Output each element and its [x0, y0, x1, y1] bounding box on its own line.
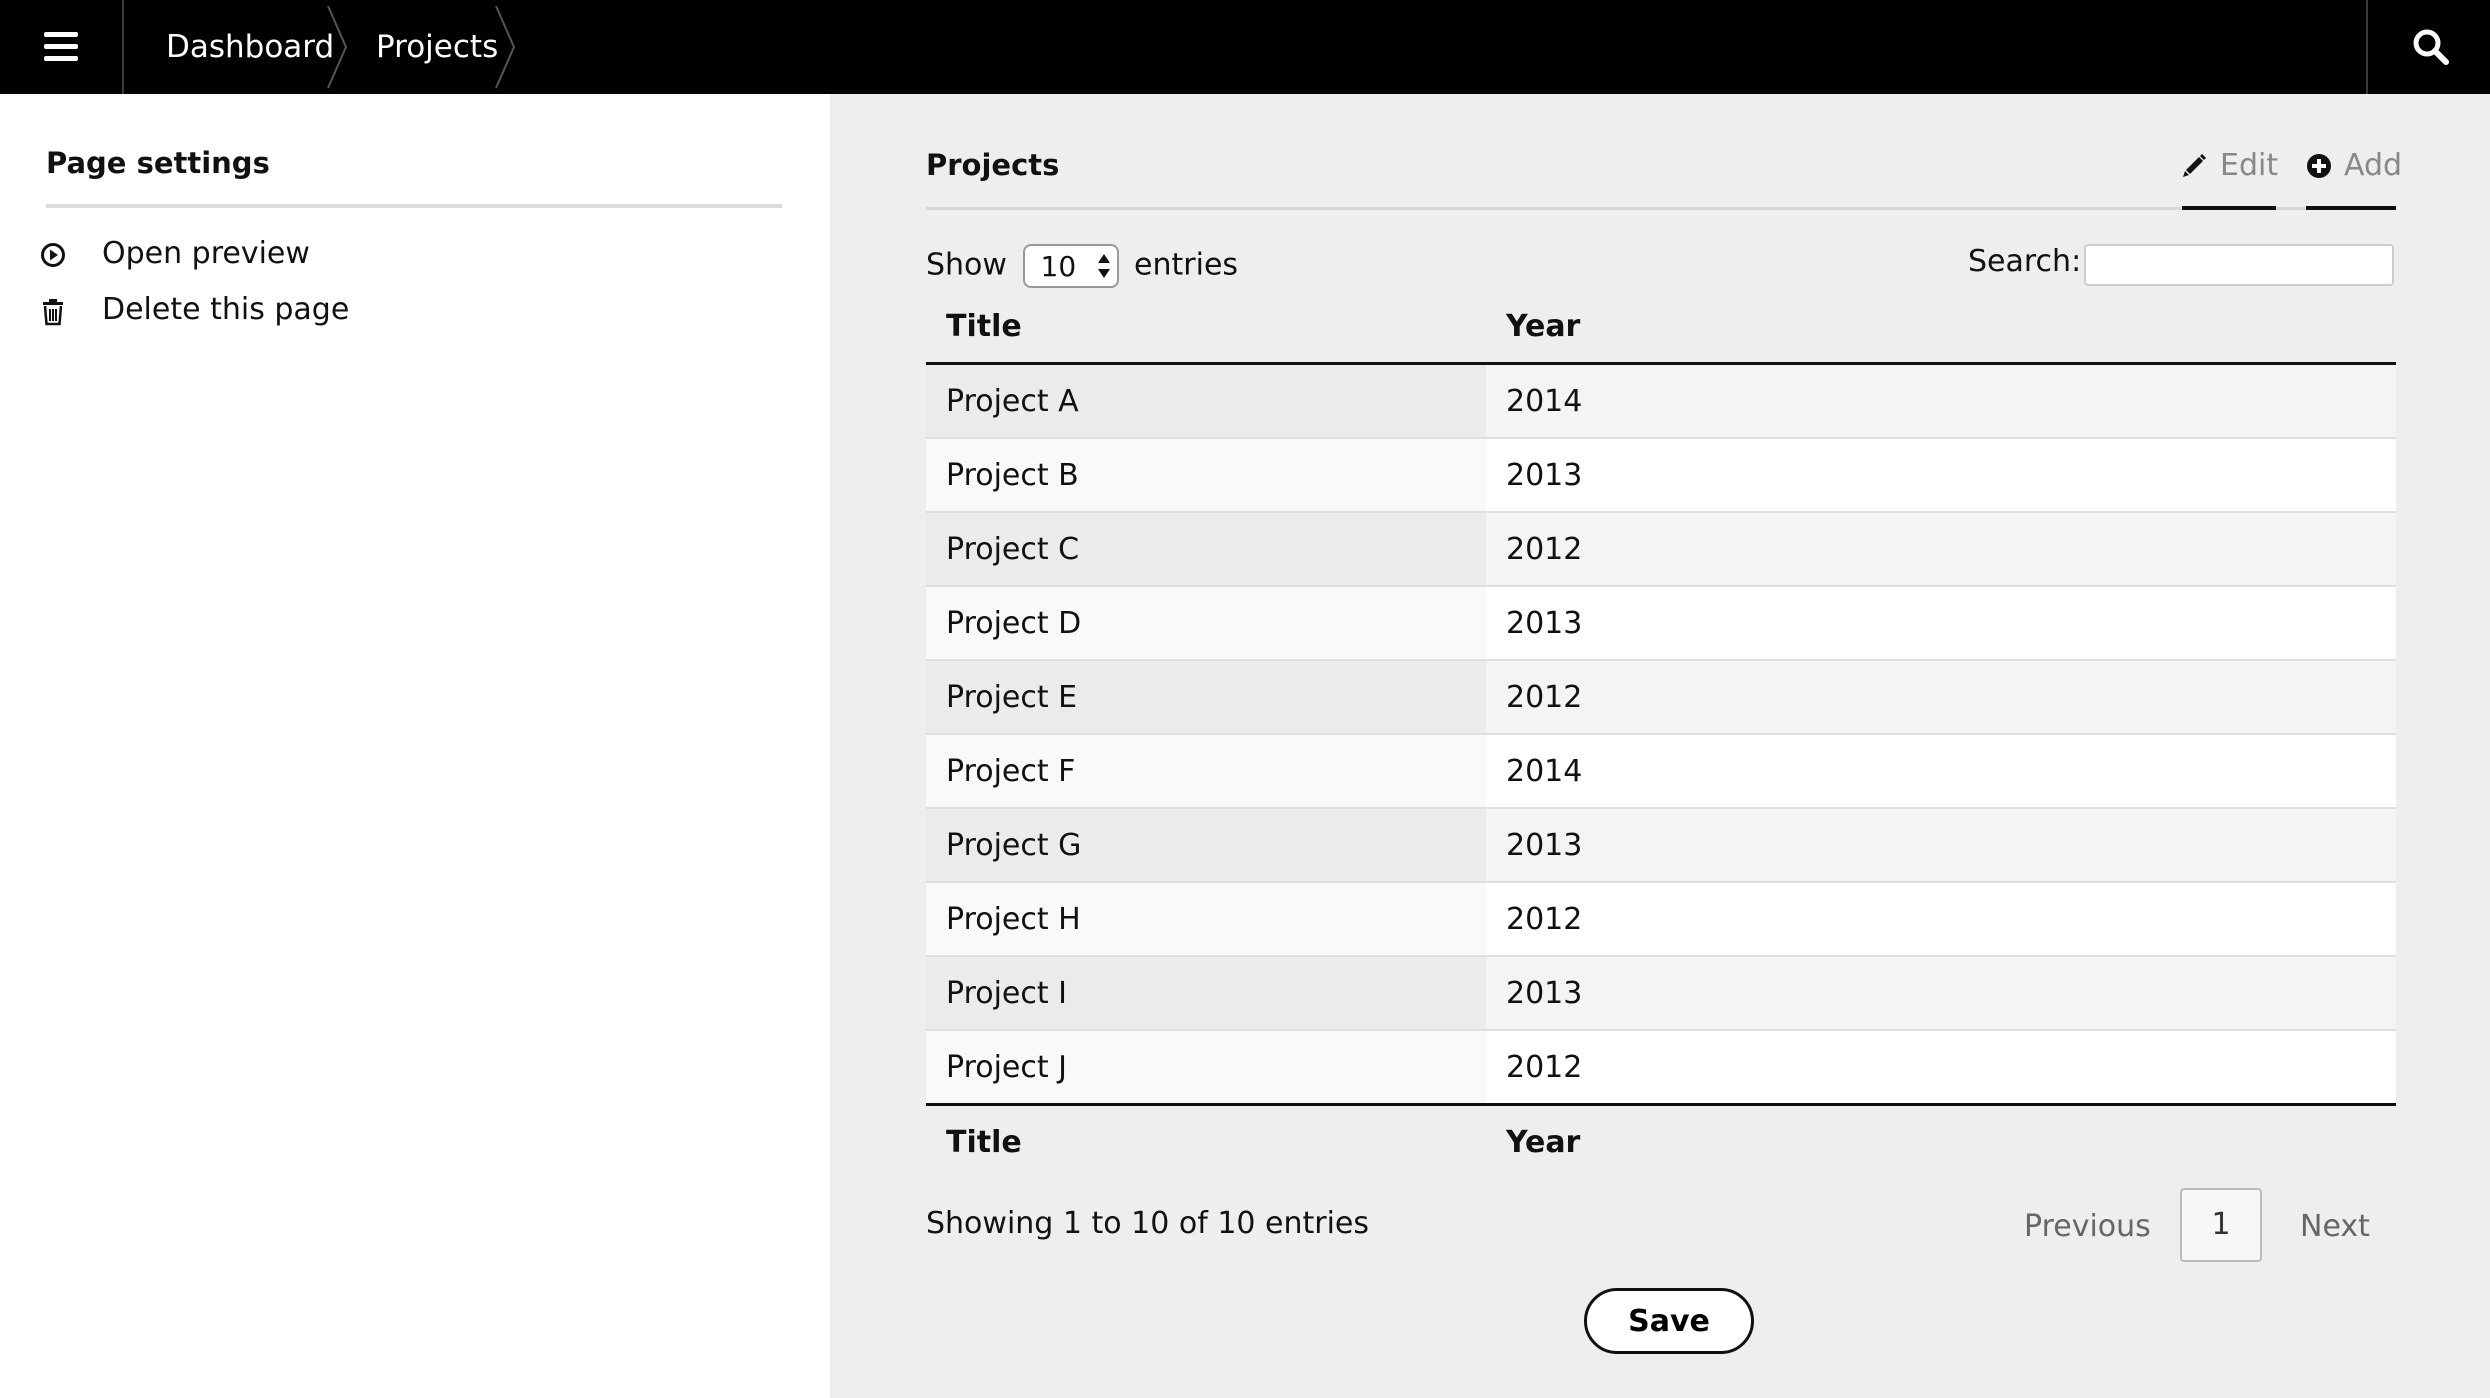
table-row[interactable]: Project H 2012 — [926, 881, 2396, 956]
column-footer-year: Year — [1486, 1103, 2396, 1178]
add-button[interactable]: Add — [2306, 148, 2402, 210]
cell-title: Project H — [926, 881, 1486, 956]
table-row[interactable]: Project A 2014 — [926, 363, 2396, 438]
add-underline — [2306, 206, 2396, 210]
cell-year: 2012 — [1486, 659, 2396, 734]
table-row[interactable]: Project F 2014 — [926, 733, 2396, 808]
entries-select[interactable]: 10 — [1022, 244, 1119, 288]
cell-title: Project G — [926, 807, 1486, 882]
show-label: Show — [926, 247, 1007, 283]
cell-title: Project D — [926, 585, 1486, 660]
title-divider — [926, 207, 2396, 210]
pagination-previous[interactable]: Previous — [2024, 1188, 2151, 1262]
edit-underline — [2182, 206, 2276, 210]
table-info: Showing 1 to 10 of 10 entries — [926, 1206, 1370, 1241]
table-row[interactable]: Project B 2013 — [926, 437, 2396, 512]
cell-year: 2013 — [1486, 807, 2396, 882]
sidebar-title: Page settings — [46, 146, 270, 180]
column-header-year[interactable]: Year — [1486, 290, 2396, 365]
open-preview-label: Open preview — [102, 236, 310, 271]
play-circle-icon — [41, 243, 65, 267]
cell-year: 2014 — [1486, 363, 2396, 438]
cell-title: Project C — [926, 511, 1486, 586]
top-bar: Dashboard Projects — [0, 0, 2490, 94]
edit-button[interactable]: Edit — [2182, 148, 2279, 210]
entries-length-control: Show 10 entries — [926, 244, 1238, 288]
table-row[interactable]: Project D 2013 — [926, 585, 2396, 660]
add-label: Add — [2344, 148, 2403, 183]
open-preview-link[interactable]: Open preview — [40, 234, 740, 278]
column-header-title[interactable]: Title — [926, 290, 1486, 365]
trash-icon — [43, 299, 63, 326]
cell-year: 2012 — [1486, 1029, 2396, 1105]
cell-title: Project B — [926, 437, 1486, 512]
menu-button[interactable] — [0, 0, 124, 94]
table-footer-row: Title Year — [926, 1103, 2396, 1178]
cell-year: 2013 — [1486, 955, 2396, 1030]
edit-label: Edit — [2220, 148, 2279, 183]
pagination-page-1[interactable]: 1 — [2180, 1188, 2262, 1262]
plus-circle-icon — [2307, 154, 2331, 178]
page-title: Projects — [926, 148, 1060, 182]
breadcrumb-separator-icon — [327, 5, 348, 89]
breadcrumb-dashboard[interactable]: Dashboard — [166, 0, 334, 94]
cell-title: Project F — [926, 733, 1486, 808]
breadcrumb-projects[interactable]: Projects — [376, 0, 498, 94]
entries-select-value: 10 — [1040, 250, 1077, 283]
cell-year: 2013 — [1486, 585, 2396, 660]
cell-year: 2012 — [1486, 511, 2396, 586]
search-icon — [2413, 29, 2449, 65]
table-row[interactable]: Project J 2012 — [926, 1029, 2396, 1105]
cell-title: Project J — [926, 1029, 1486, 1105]
entries-label: entries — [1134, 247, 1239, 283]
cell-title: Project E — [926, 659, 1486, 734]
table-row[interactable]: Project I 2013 — [926, 955, 2396, 1030]
sidebar: Page settings Open preview Delete this p… — [0, 94, 830, 1398]
column-footer-title: Title — [926, 1103, 1486, 1178]
table-row[interactable]: Project E 2012 — [926, 659, 2396, 734]
main-panel: Projects Edit Add Show 10 entries Search… — [830, 94, 2490, 1398]
cell-year: 2013 — [1486, 437, 2396, 512]
breadcrumb-separator-icon — [495, 5, 516, 89]
cell-year: 2014 — [1486, 733, 2396, 808]
table-row[interactable]: Project C 2012 — [926, 511, 2396, 586]
select-arrows-icon — [1097, 254, 1110, 278]
cell-title: Project A — [926, 363, 1486, 438]
table-row[interactable]: Project G 2013 — [926, 807, 2396, 882]
delete-page-link[interactable]: Delete this page — [40, 290, 740, 334]
sidebar-divider — [46, 204, 782, 208]
search-label: Search: — [1968, 244, 2082, 279]
pagination-next[interactable]: Next — [2300, 1188, 2370, 1262]
table-header-row: Title Year — [926, 290, 2396, 365]
search-input[interactable] — [2084, 244, 2394, 286]
cell-year: 2012 — [1486, 881, 2396, 956]
delete-page-label: Delete this page — [102, 292, 350, 327]
save-button[interactable]: Save — [1584, 1288, 1754, 1354]
search-button[interactable] — [2366, 0, 2490, 94]
pencil-icon — [2183, 154, 2206, 177]
projects-table: Title Year Project A 2014 Project B 2013 P… — [926, 290, 2396, 1178]
cell-title: Project I — [926, 955, 1486, 1030]
